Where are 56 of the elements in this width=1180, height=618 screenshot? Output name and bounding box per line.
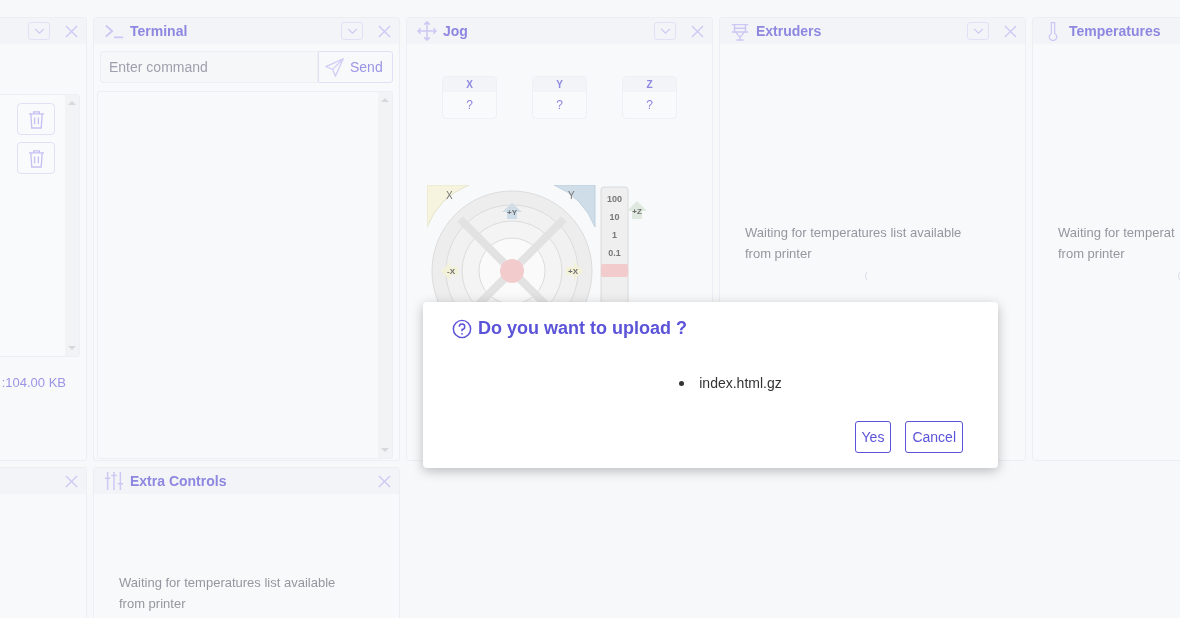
close-icon: [377, 24, 391, 38]
send-button[interactable]: Send: [318, 51, 393, 83]
dialog-button[interactable]: Cancel: [905, 421, 963, 453]
question-icon: [452, 318, 472, 339]
waiting-message: Waiting for temperatures list available from printer: [745, 224, 963, 263]
axis-value: ?: [465, 97, 474, 114]
home-label: Y: [568, 190, 575, 201]
home-label: X: [446, 190, 453, 201]
file-name: index.html.gz: [679, 375, 782, 391]
close-icon: [64, 474, 78, 488]
dialog-title: Do you want to upload ?: [478, 318, 687, 339]
axis-label: X: [443, 77, 496, 92]
axis-value: ?: [555, 97, 564, 114]
jog-label: +Y: [507, 208, 517, 217]
step-label[interactable]: 0.1: [608, 248, 621, 258]
close-icon: [377, 474, 391, 488]
axis-value: ?: [645, 97, 654, 114]
axis-label: Z: [623, 77, 676, 92]
collapse-button[interactable]: [967, 22, 989, 40]
collapse-button[interactable]: [28, 22, 50, 40]
step-label[interactable]: 1: [612, 230, 617, 240]
move-arrows-icon: [417, 21, 437, 41]
close-icon: [64, 24, 78, 38]
close-icon: [1003, 24, 1017, 38]
panel-title: Jog: [443, 23, 468, 39]
waiting-message: Waiting for temperatures list available from printer: [119, 574, 337, 613]
close-icon: [690, 24, 704, 38]
trash-icon: [27, 148, 45, 168]
delete-button[interactable]: [17, 142, 55, 174]
nozzle-icon: [730, 21, 750, 41]
panel-title: Temperatures: [1069, 23, 1161, 39]
collapse-button[interactable]: [341, 22, 363, 40]
step-label[interactable]: 100: [607, 194, 622, 204]
trash-icon: [27, 109, 45, 129]
send-icon: [325, 57, 344, 77]
command-input[interactable]: Enter command: [100, 51, 318, 83]
scrollbar[interactable]: [378, 92, 392, 458]
step-label[interactable]: 10: [609, 212, 620, 222]
panel-title: Extra Controls: [130, 473, 227, 489]
panel-title: Extruders: [756, 23, 822, 39]
waiting-message: Waiting for temperat from printer: [1058, 224, 1176, 263]
scrollbar[interactable]: [65, 95, 79, 356]
panel-title: Terminal: [130, 23, 188, 39]
chevron-down-icon: [33, 27, 45, 35]
chevron-down-icon: [659, 27, 671, 35]
total-size-text: :104.00 KB: [0, 374, 67, 390]
jog-label: +Z: [632, 207, 642, 216]
jog-label: -X: [447, 267, 455, 276]
sliders-icon: [104, 471, 124, 491]
delete-button[interactable]: [17, 103, 55, 135]
axis-label: Y: [533, 77, 586, 92]
chevron-down-icon: [972, 27, 984, 35]
chevron-down-icon: [346, 27, 358, 35]
jog-label: +X: [568, 267, 578, 276]
collapse-button[interactable]: [654, 22, 676, 40]
dialog-button[interactable]: Yes: [854, 421, 892, 453]
